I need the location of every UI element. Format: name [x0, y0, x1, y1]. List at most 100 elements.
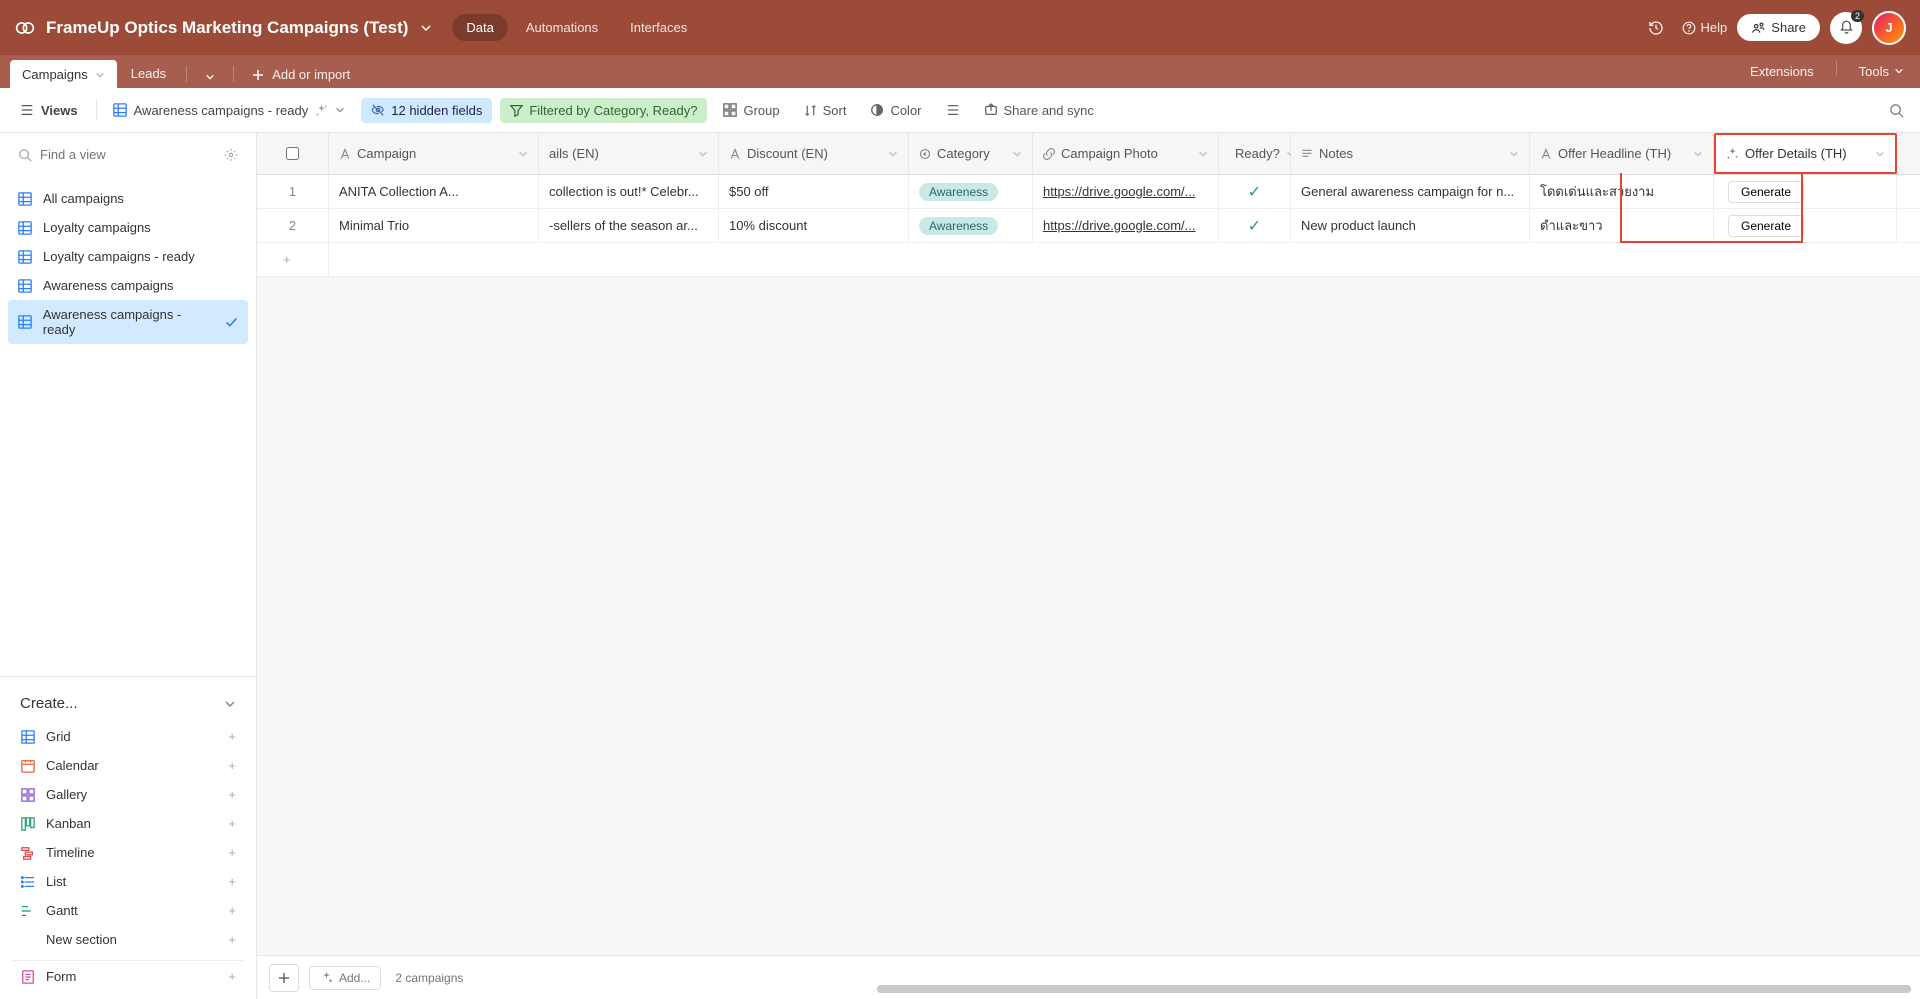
- generate-button[interactable]: Generate: [1728, 181, 1804, 203]
- cell-photo[interactable]: https://drive.google.com/...: [1033, 175, 1219, 208]
- cell-details-th[interactable]: Generate: [1714, 209, 1897, 242]
- cell-discount-en[interactable]: $50 off: [719, 175, 909, 208]
- base-logo-icon[interactable]: [14, 17, 36, 39]
- kanban-icon: [20, 817, 36, 831]
- help-label: Help: [1701, 20, 1728, 35]
- add-with-ai-button[interactable]: Add...: [309, 966, 381, 990]
- create-calendar[interactable]: Calendar+: [12, 751, 244, 780]
- create-list[interactable]: List+: [12, 867, 244, 896]
- create-form[interactable]: Form+: [12, 960, 244, 991]
- separator: [186, 66, 187, 82]
- user-avatar[interactable]: J: [1872, 11, 1906, 45]
- view-item-awareness[interactable]: Awareness campaigns: [8, 271, 248, 300]
- add-import-label: Add or import: [272, 67, 350, 82]
- row-height-button[interactable]: [938, 98, 968, 122]
- tables-dropdown[interactable]: [193, 72, 227, 88]
- table-row[interactable]: 2 Minimal Trio -sellers of the season ar…: [257, 209, 1920, 243]
- col-header-details-th[interactable]: Offer Details (TH): [1714, 133, 1897, 174]
- table-tab-leads[interactable]: Leads: [117, 59, 180, 88]
- hidden-fields-pill[interactable]: 12 hidden fields: [361, 98, 492, 123]
- col-header-headline-th[interactable]: Offer Headline (TH): [1530, 133, 1714, 174]
- chevron-down-icon: [95, 70, 105, 80]
- create-gallery[interactable]: Gallery+: [12, 780, 244, 809]
- view-item-loyalty[interactable]: Loyalty campaigns: [8, 213, 248, 242]
- view-item-loyalty-ready[interactable]: Loyalty campaigns - ready: [8, 242, 248, 271]
- cell-headline-th[interactable]: โดดเด่นและสวยงาม: [1530, 175, 1714, 208]
- cell-campaign[interactable]: ANITA Collection A...: [329, 175, 539, 208]
- add-row[interactable]: +: [257, 243, 1920, 277]
- view-toolbar: Views Awareness campaigns - ready 12 hid…: [0, 88, 1920, 133]
- row-number[interactable]: 1: [257, 175, 329, 208]
- search-button[interactable]: [1883, 97, 1910, 124]
- col-header-campaign[interactable]: Campaign: [329, 133, 539, 174]
- color-button[interactable]: Color: [862, 98, 929, 123]
- notifications-button[interactable]: 2: [1830, 12, 1862, 44]
- col-header-discount-en[interactable]: Discount (EN): [719, 133, 909, 174]
- horizontal-scrollbar[interactable]: [877, 985, 1911, 993]
- col-header-notes[interactable]: Notes: [1291, 133, 1530, 174]
- create-grid[interactable]: Grid+: [12, 722, 244, 751]
- col-header-photo[interactable]: Campaign Photo: [1033, 133, 1219, 174]
- cell-details-th[interactable]: Generate: [1714, 175, 1897, 208]
- view-item-awareness-ready[interactable]: Awareness campaigns - ready: [8, 300, 248, 344]
- grid-area: Campaign ails (EN) Discount (EN) Categor…: [257, 133, 1920, 999]
- cell-ready[interactable]: ✓: [1219, 175, 1291, 208]
- filter-icon: [510, 104, 523, 117]
- create-timeline[interactable]: Timeline+: [12, 838, 244, 867]
- tab-data[interactable]: Data: [452, 14, 507, 41]
- base-menu-chevron[interactable]: [414, 16, 438, 40]
- cell-notes[interactable]: General awareness campaign for n...: [1291, 175, 1530, 208]
- tools-button[interactable]: Tools: [1853, 64, 1910, 79]
- base-name[interactable]: FrameUp Optics Marketing Campaigns (Test…: [46, 18, 408, 38]
- cell-discount-en[interactable]: 10% discount: [719, 209, 909, 242]
- create-gantt[interactable]: Gantt+: [12, 896, 244, 925]
- add-column-button[interactable]: [1897, 133, 1920, 174]
- create-header[interactable]: Create...: [12, 685, 244, 722]
- add-or-import-button[interactable]: Add or import: [240, 67, 362, 88]
- notification-badge: 2: [1851, 10, 1864, 22]
- cell-category[interactable]: Awareness: [909, 175, 1033, 208]
- gallery-icon: [20, 788, 36, 802]
- app-header: FrameUp Optics Marketing Campaigns (Test…: [0, 0, 1920, 55]
- cell-headline-th[interactable]: ดำและขาว: [1530, 209, 1714, 242]
- list-icon: [20, 875, 36, 889]
- filter-pill[interactable]: Filtered by Category, Ready?: [500, 98, 707, 123]
- generate-button[interactable]: Generate: [1728, 215, 1804, 237]
- help-button[interactable]: Help: [1682, 20, 1728, 35]
- sort-button[interactable]: Sort: [796, 98, 855, 123]
- cell-photo[interactable]: https://drive.google.com/...: [1033, 209, 1219, 242]
- cell-details-en[interactable]: collection is out!* Celebr...: [539, 175, 719, 208]
- views-list: All campaigns Loyalty campaigns Loyalty …: [0, 176, 256, 352]
- cell-details-en[interactable]: -sellers of the season ar...: [539, 209, 719, 242]
- col-header-category[interactable]: Category: [909, 133, 1033, 174]
- tab-automations[interactable]: Automations: [512, 14, 612, 41]
- group-button[interactable]: Group: [715, 98, 787, 123]
- tab-interfaces[interactable]: Interfaces: [616, 14, 701, 41]
- share-button[interactable]: Share: [1737, 14, 1820, 41]
- extensions-button[interactable]: Extensions: [1744, 64, 1820, 79]
- sort-icon: [804, 104, 817, 117]
- col-header-ready[interactable]: Ready?: [1219, 133, 1291, 174]
- cell-ready[interactable]: ✓: [1219, 209, 1291, 242]
- find-view-input[interactable]: [40, 147, 216, 162]
- views-toggle[interactable]: Views: [10, 98, 88, 123]
- row-number[interactable]: 2: [257, 209, 329, 242]
- ai-type-icon: [1726, 147, 1739, 160]
- current-view[interactable]: Awareness campaigns - ready: [105, 98, 354, 123]
- select-all-checkbox[interactable]: [257, 133, 329, 174]
- table-row[interactable]: 1 ANITA Collection A... collection is ou…: [257, 175, 1920, 209]
- cell-notes[interactable]: New product launch: [1291, 209, 1530, 242]
- share-sync-button[interactable]: Share and sync: [976, 98, 1102, 123]
- view-item-all-campaigns[interactable]: All campaigns: [8, 184, 248, 213]
- add-record-button[interactable]: [269, 964, 299, 992]
- table-tab-campaigns[interactable]: Campaigns: [10, 60, 117, 88]
- history-icon[interactable]: [1640, 12, 1672, 44]
- cell-category[interactable]: Awareness: [909, 209, 1033, 242]
- create-kanban[interactable]: Kanban+: [12, 809, 244, 838]
- right-tools: Extensions Tools: [1744, 60, 1910, 88]
- gear-icon[interactable]: [224, 148, 238, 162]
- create-new-section[interactable]: New section+: [12, 925, 244, 954]
- plus-icon[interactable]: +: [257, 243, 329, 277]
- col-header-details-en[interactable]: ails (EN): [539, 133, 719, 174]
- cell-campaign[interactable]: Minimal Trio: [329, 209, 539, 242]
